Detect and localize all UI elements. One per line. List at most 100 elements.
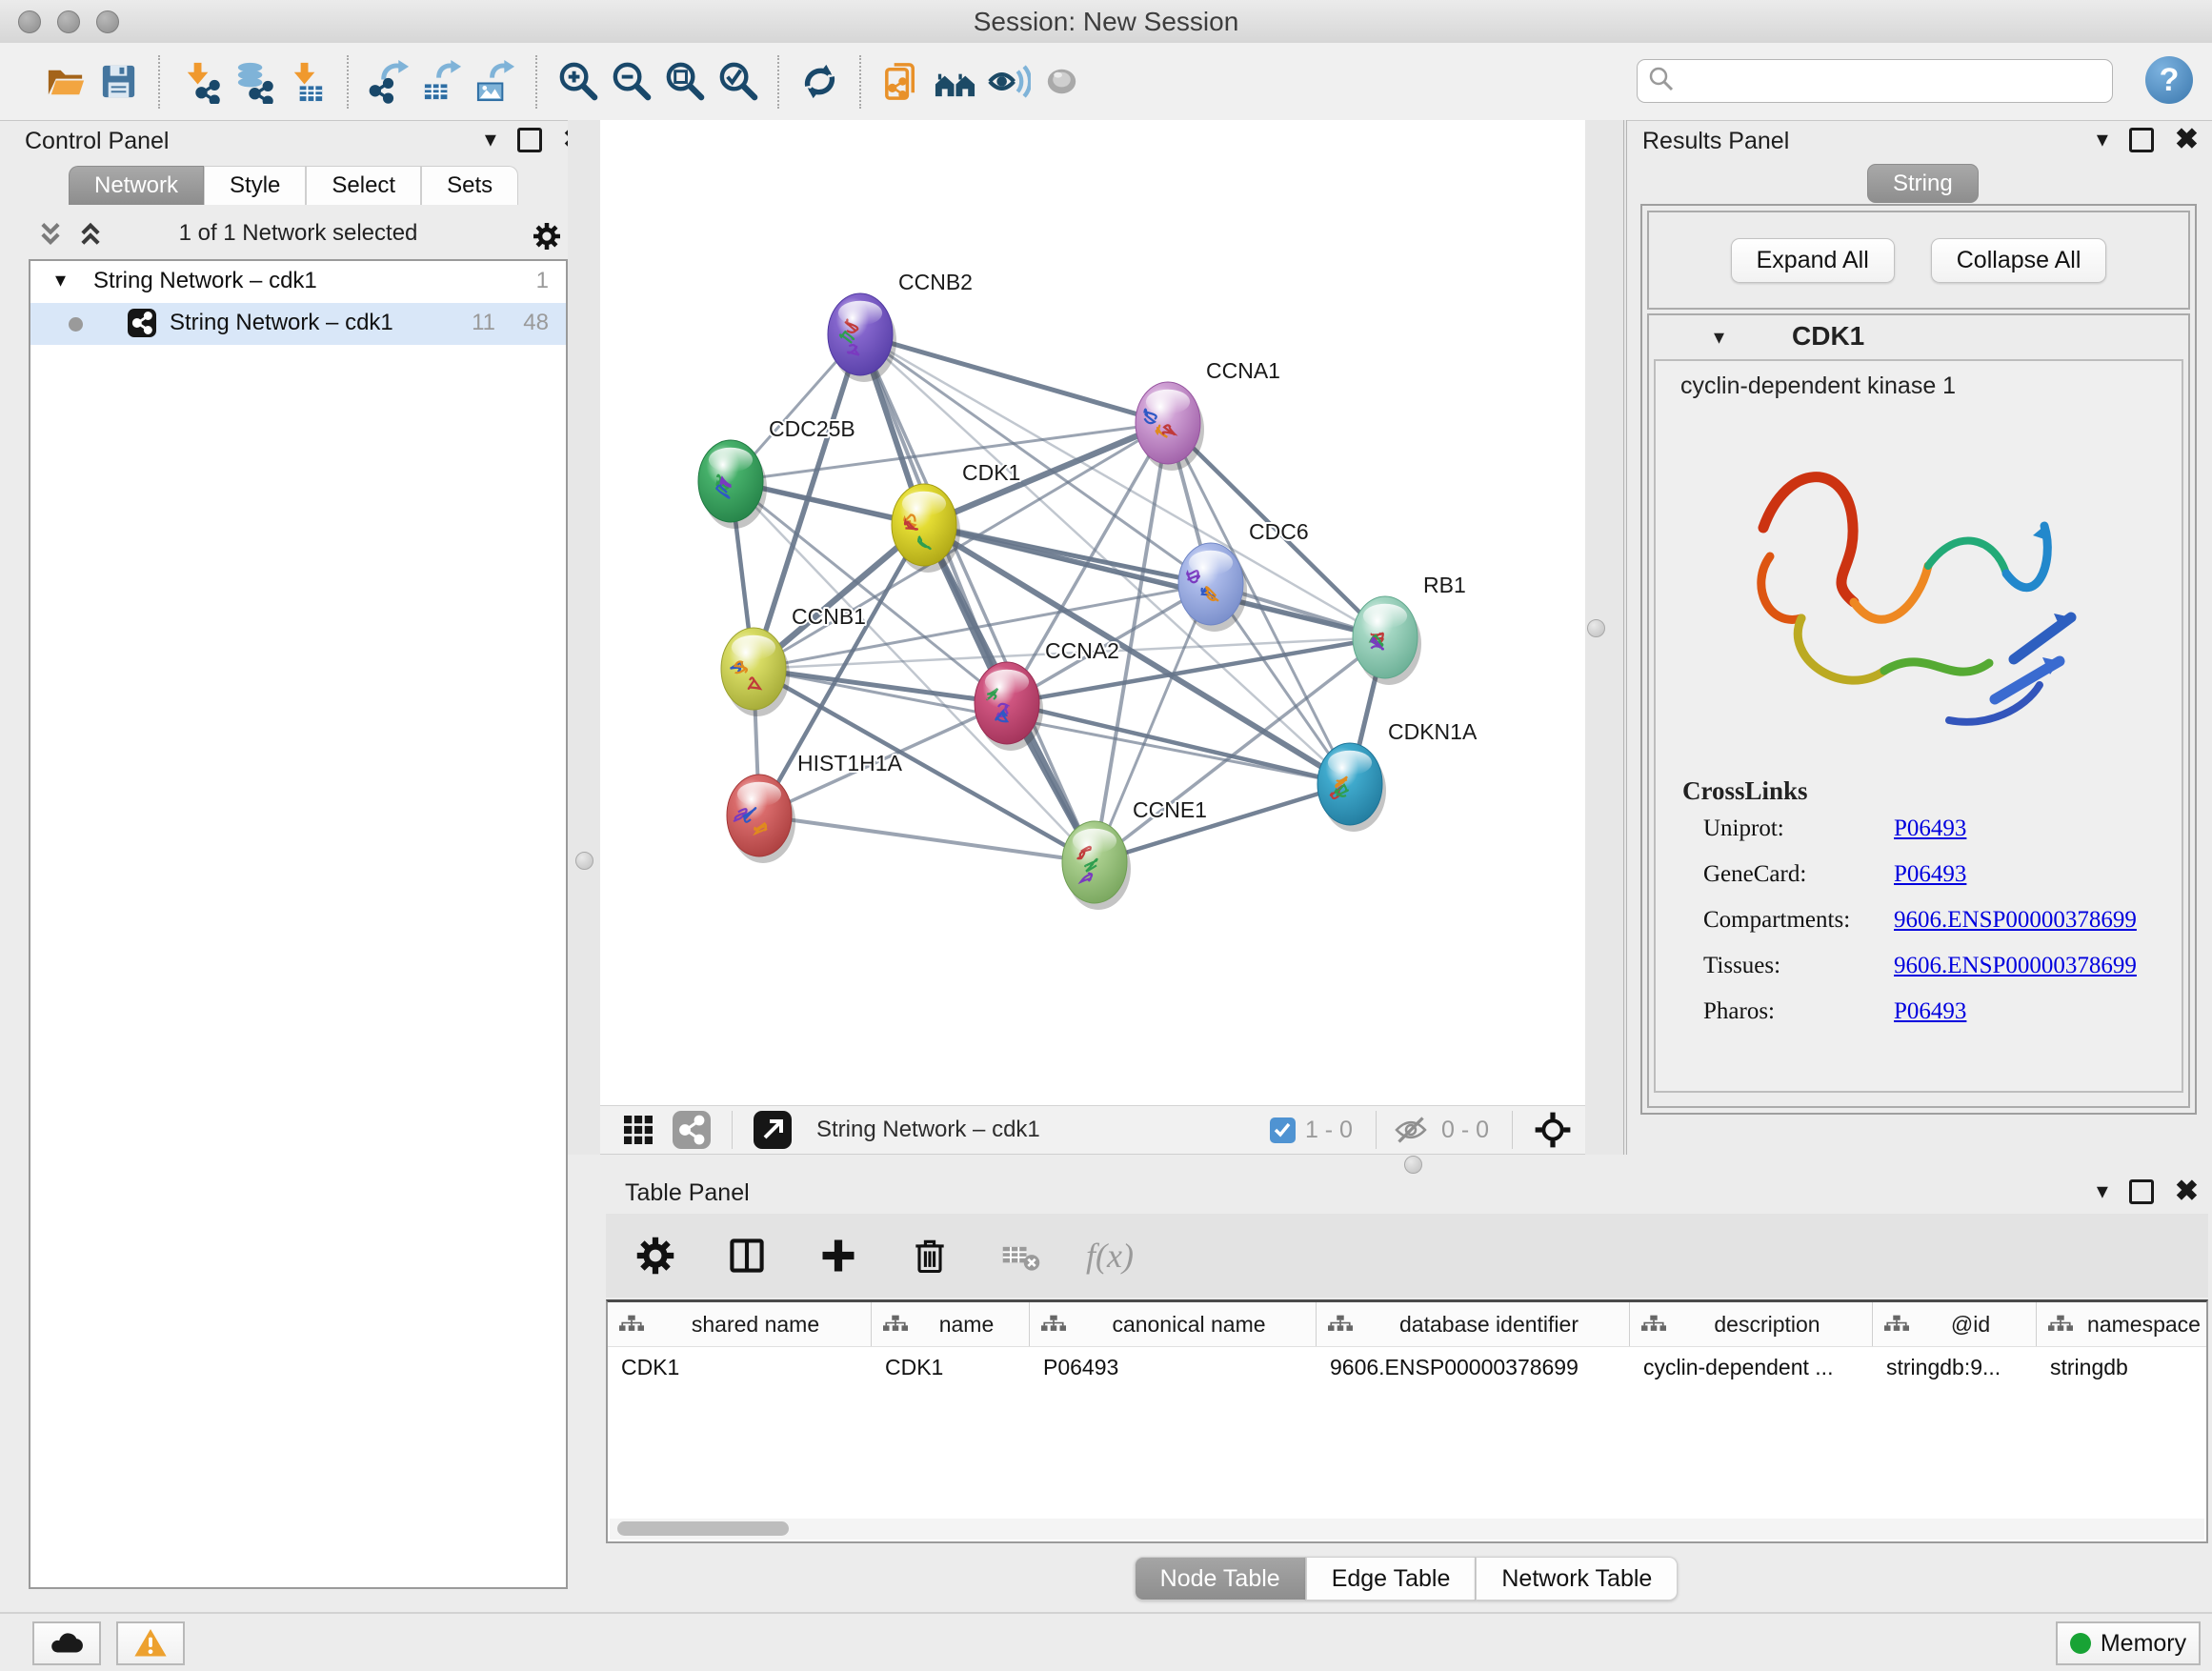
table-cell[interactable]: P06493	[1030, 1347, 1317, 1389]
show-graphics-icon[interactable]	[981, 55, 1035, 109]
table-row[interactable]: CDK1CDK1P064939606.ENSP00000378699cyclin…	[608, 1347, 2206, 1389]
add-column-icon[interactable]	[812, 1229, 865, 1282]
network-node-rb1[interactable]	[1353, 596, 1421, 685]
panel-float-icon[interactable]: ▾	[2097, 126, 2108, 153]
right-splitter-handle[interactable]	[1587, 619, 1605, 637]
column-header-name[interactable]: name	[872, 1302, 1030, 1346]
table-cell[interactable]: 9606.ENSP00000378699	[1317, 1347, 1630, 1389]
open-session-icon[interactable]	[38, 55, 91, 109]
node-table[interactable]: shared namenamecanonical namedatabase id…	[606, 1299, 2208, 1543]
import-table-icon[interactable]	[280, 55, 333, 109]
genemania-icon[interactable]	[928, 55, 981, 109]
network-node-ccnb1[interactable]	[721, 628, 790, 716]
network-node-hist1h1a[interactable]	[727, 775, 795, 863]
network-edge[interactable]	[924, 525, 1385, 637]
import-database-icon[interactable]	[227, 55, 280, 109]
network-node-ccna2[interactable]	[975, 662, 1043, 751]
collapse-all-button[interactable]: Collapse All	[1931, 238, 2107, 283]
protein-header[interactable]: ▾ CDK1	[1649, 315, 2188, 359]
tab-network-table[interactable]: Network Table	[1476, 1557, 1678, 1601]
network-node-ccne1[interactable]	[1062, 821, 1131, 910]
birdseye-view-icon[interactable]	[1526, 1103, 1579, 1157]
export-network-icon[interactable]	[362, 55, 415, 109]
export-table-icon[interactable]	[415, 55, 469, 109]
table-scrollbar-thumb[interactable]	[617, 1521, 789, 1536]
crosslink-link[interactable]: 9606.ENSP00000378699	[1894, 907, 2137, 933]
network-collection-row[interactable]: ▾ String Network – cdk1 1	[30, 261, 566, 303]
network-node-ccnb2[interactable]	[828, 293, 896, 382]
refresh-icon[interactable]	[793, 55, 846, 109]
panel-maximize-icon[interactable]	[2129, 128, 2154, 152]
zoom-fit-icon[interactable]	[657, 55, 711, 109]
column-header-shared-name[interactable]: shared name	[608, 1302, 872, 1346]
collection-expand-icon[interactable]: ▾	[55, 268, 66, 292]
network-edge[interactable]	[1007, 703, 1350, 784]
clipboard-network-icon[interactable]	[875, 55, 928, 109]
table-options-gear-icon[interactable]	[629, 1229, 682, 1282]
table-cell[interactable]: CDK1	[608, 1347, 872, 1389]
network-edge[interactable]	[860, 334, 1095, 862]
delete-column-icon[interactable]	[903, 1229, 956, 1282]
network-node-cdk1[interactable]	[892, 484, 960, 573]
column-header-description[interactable]: description	[1630, 1302, 1873, 1346]
crosslink-link[interactable]: 9606.ENSP00000378699	[1894, 953, 2137, 978]
tab-edge-table[interactable]: Edge Table	[1306, 1557, 1477, 1601]
column-header-database-identifier[interactable]: database identifier	[1317, 1302, 1630, 1346]
zoom-in-icon[interactable]	[551, 55, 604, 109]
panel-maximize-icon[interactable]	[517, 128, 542, 152]
tab-style[interactable]: Style	[204, 166, 306, 205]
table-cell[interactable]: CDK1	[872, 1347, 1030, 1389]
save-session-icon[interactable]	[91, 55, 145, 109]
crosslink-link[interactable]: P06493	[1894, 861, 1966, 887]
zoom-out-icon[interactable]	[604, 55, 657, 109]
warning-status-icon[interactable]	[116, 1621, 185, 1665]
panel-close-icon[interactable]: ✖	[2175, 1182, 2199, 1201]
show-columns-icon[interactable]	[720, 1229, 774, 1282]
grid-view-icon[interactable]	[612, 1103, 665, 1157]
left-splitter-handle[interactable]	[575, 852, 593, 870]
network-edge[interactable]	[759, 815, 1095, 862]
protein-expand-icon[interactable]: ▾	[1714, 325, 1724, 350]
network-edge[interactable]	[860, 334, 1168, 423]
detach-view-icon[interactable]	[746, 1103, 799, 1157]
network-edge[interactable]	[860, 334, 1385, 637]
panel-close-icon[interactable]: ✖	[2175, 131, 2199, 150]
string-network-icon[interactable]	[665, 1103, 718, 1157]
export-image-icon[interactable]	[469, 55, 522, 109]
search-input[interactable]	[1676, 67, 2112, 95]
panel-maximize-icon[interactable]	[2129, 1179, 2154, 1204]
table-scrollbar[interactable]	[610, 1519, 2204, 1540]
column-header-namespace[interactable]: namespace	[2037, 1302, 2208, 1346]
column-header--id[interactable]: @id	[1873, 1302, 2037, 1346]
expand-all-button[interactable]: Expand All	[1731, 238, 1895, 283]
column-header-canonical-name[interactable]: canonical name	[1030, 1302, 1317, 1346]
tab-network[interactable]: Network	[69, 166, 204, 205]
memory-button[interactable]: Memory	[2056, 1621, 2201, 1665]
crosslink-link[interactable]: P06493	[1894, 998, 1966, 1024]
crosslink-link[interactable]: P06493	[1894, 815, 1966, 841]
right-splitter[interactable]	[1585, 120, 1627, 1155]
panel-float-icon[interactable]: ▾	[2097, 1178, 2108, 1205]
tab-select[interactable]: Select	[306, 166, 421, 205]
network-node-ccna1[interactable]	[1136, 382, 1204, 471]
table-cell[interactable]: stringdb	[2037, 1347, 2208, 1389]
zoom-selected-icon[interactable]	[711, 55, 764, 109]
cloud-status-icon[interactable]	[32, 1621, 101, 1665]
network-node-cdkn1a[interactable]	[1317, 743, 1386, 832]
left-splitter[interactable]	[568, 120, 600, 1155]
tab-sets[interactable]: Sets	[421, 166, 518, 205]
network-row-selected[interactable]: String Network – cdk1 11 48	[30, 303, 566, 345]
network-edge[interactable]	[1095, 784, 1350, 862]
table-cell[interactable]: stringdb:9...	[1873, 1347, 2037, 1389]
network-options-gear-icon[interactable]	[532, 221, 562, 256]
network-canvas[interactable]: CCNB2CCNA1CDC25BCDK1CDC6RB1CCNB1CCNA2CDK…	[600, 120, 1585, 1105]
table-panel: Table Panel ▾ ✖ f(x) shared namenamecano…	[600, 1172, 2212, 1612]
selected-checkbox-icon[interactable]	[1270, 1117, 1296, 1143]
help-icon[interactable]: ?	[2145, 56, 2193, 104]
panel-float-icon[interactable]: ▾	[485, 126, 496, 153]
table-cell[interactable]: cyclin-dependent ...	[1630, 1347, 1873, 1389]
tab-node-table[interactable]: Node Table	[1135, 1557, 1306, 1601]
search-box[interactable]	[1637, 59, 2113, 103]
tab-string[interactable]: String	[1867, 164, 1979, 203]
import-network-icon[interactable]	[173, 55, 227, 109]
